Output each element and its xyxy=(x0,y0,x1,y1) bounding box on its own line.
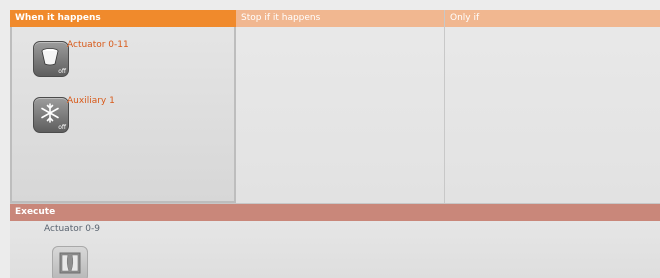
when-it-happens-header: When it happens xyxy=(10,10,236,27)
device-label: Actuator 0-9 xyxy=(44,224,100,234)
device-label: Auxiliary 1 xyxy=(67,96,115,106)
execute-panel[interactable]: Execute Actuator 0-9 xyxy=(10,203,660,278)
stop-if-it-happens-panel[interactable]: Stop if it happens xyxy=(236,10,445,203)
actuator-device-tile[interactable]: off xyxy=(33,41,69,77)
device-label: Actuator 0-11 xyxy=(67,40,129,50)
bucket-icon xyxy=(41,48,59,66)
stop-if-it-happens-header: Stop if it happens xyxy=(236,10,444,27)
snowflake-icon xyxy=(41,103,59,123)
auxiliary-device-tile[interactable]: off xyxy=(33,97,69,133)
curtain-actuator-device-tile[interactable] xyxy=(52,246,88,278)
when-it-happens-panel[interactable]: When it happens off Actuator 0-11 off Au… xyxy=(10,10,236,203)
execute-header: Execute xyxy=(10,204,660,221)
device-state-badge: off xyxy=(58,124,66,131)
only-if-panel[interactable]: Only if xyxy=(445,10,660,203)
scenario-editor: When it happens off Actuator 0-11 off Au… xyxy=(0,0,660,278)
curtain-window-icon xyxy=(59,252,81,274)
only-if-header: Only if xyxy=(445,10,660,27)
device-state-badge: off xyxy=(58,68,66,75)
